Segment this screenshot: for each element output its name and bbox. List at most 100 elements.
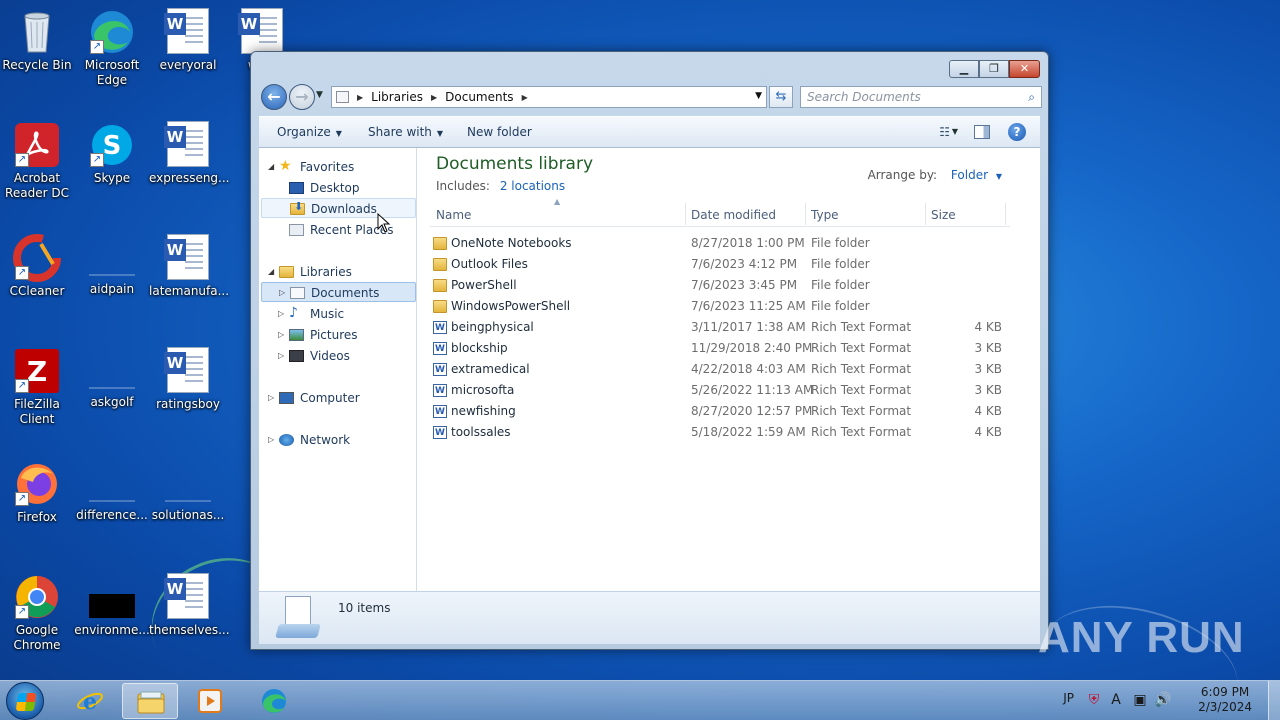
column-name[interactable]: Name bbox=[436, 208, 471, 222]
ime-icon[interactable]: A bbox=[1108, 692, 1124, 708]
desktop-icon-askgolf[interactable]: askgolf bbox=[73, 347, 151, 410]
organize-button[interactable]: Organize ▼ bbox=[277, 125, 342, 139]
desktop-icon-themselves[interactable]: W themselves... bbox=[149, 573, 230, 638]
desktop-icon-skype[interactable]: S ↗ Skype bbox=[73, 121, 151, 186]
taskbar-edge[interactable] bbox=[246, 683, 302, 719]
security-shield-icon[interactable]: ⛨ bbox=[1086, 692, 1102, 708]
nav-network[interactable]: ▷ Network bbox=[259, 430, 416, 450]
minimize-button[interactable]: ▁ bbox=[949, 60, 979, 78]
column-date-modified[interactable]: Date modified bbox=[691, 208, 776, 222]
nav-videos[interactable]: ▷ Videos bbox=[259, 346, 416, 366]
chevron-down-icon: ▼ bbox=[335, 129, 342, 138]
nav-recent-places[interactable]: Recent Places bbox=[259, 220, 416, 240]
network-tray-icon[interactable]: ▣ bbox=[1132, 692, 1148, 708]
navigation-pane[interactable]: ◢ ★ Favorites Desktop ⬇ Downloads Recent… bbox=[259, 148, 417, 591]
desktop-icon-difference[interactable]: difference... bbox=[73, 460, 151, 523]
nav-libraries[interactable]: ◢ Libraries bbox=[259, 262, 416, 282]
table-row[interactable]: toolssales 5/18/2022 1:59 AM Rich Text For… bbox=[430, 422, 1010, 443]
expand-triangle-icon[interactable]: ▷ bbox=[278, 325, 284, 345]
taskbar-internet-explorer[interactable]: e bbox=[62, 683, 118, 719]
address-bar[interactable]: ▶ Libraries ▶ Documents ▶ ▼ bbox=[331, 86, 767, 108]
collapse-triangle-icon[interactable]: ◢ bbox=[268, 262, 274, 282]
maximize-button[interactable]: ❐ bbox=[979, 60, 1009, 78]
table-row[interactable]: newfishing 8/27/2020 12:57 PMRich Text Fo… bbox=[430, 401, 1010, 422]
desktop-icon-latemanufa[interactable]: W latemanufa... bbox=[149, 234, 229, 299]
breadcrumb-arrow-icon[interactable]: ▶ bbox=[431, 93, 437, 102]
breadcrumb-arrow-icon[interactable]: ▶ bbox=[522, 93, 528, 102]
expand-triangle-icon[interactable]: ▷ bbox=[279, 283, 285, 303]
language-indicator[interactable]: JP bbox=[1063, 691, 1074, 705]
nav-documents[interactable]: ▷ Documents bbox=[261, 282, 416, 302]
nav-computer[interactable]: ▷ Computer bbox=[259, 388, 416, 408]
start-button[interactable] bbox=[6, 682, 44, 720]
nav-pictures[interactable]: ▷ Pictures bbox=[259, 325, 416, 345]
show-desktop-button[interactable] bbox=[1268, 681, 1280, 720]
breadcrumb-documents[interactable]: Documents bbox=[445, 90, 513, 104]
volume-icon[interactable]: 🔊 bbox=[1154, 692, 1171, 708]
search-icon[interactable]: ⌕ bbox=[1028, 87, 1035, 107]
table-row[interactable]: PowerShell 7/6/2023 3:45 PM File folder bbox=[430, 275, 1010, 296]
file-list-pane[interactable]: Documents library Includes: 2 locations … bbox=[418, 148, 1040, 591]
nav-downloads[interactable]: ⬇ Downloads bbox=[261, 198, 416, 218]
change-view-icon[interactable]: ☷ bbox=[939, 125, 950, 139]
desktop-icon-solutionas[interactable]: solutionas... bbox=[149, 460, 227, 523]
desktop-icon-edge[interactable]: ↗ Microsoft Edge bbox=[73, 8, 151, 88]
table-row[interactable]: microsofta 5/26/2022 11:13 AMRich Text Fo… bbox=[430, 380, 1010, 401]
desktop-icon-chrome[interactable]: ↗ Google Chrome bbox=[0, 573, 76, 653]
address-dropdown-icon[interactable]: ▼ bbox=[755, 91, 762, 101]
desktop-icon-expresseng[interactable]: W expresseng... bbox=[149, 121, 230, 186]
taskbar-media-player[interactable] bbox=[182, 683, 238, 719]
clock[interactable]: 6:09 PM 2/3/2024 bbox=[1198, 685, 1252, 715]
table-row[interactable]: Outlook Files 7/6/2023 4:12 PM File folder bbox=[430, 254, 1010, 275]
explorer-window[interactable]: ▁ ❐ ✕ ← → ▼ ▶ Libraries ▶ Documents ▶ ▼ … bbox=[250, 51, 1049, 650]
desktop-icon-everyoral[interactable]: W everyoral bbox=[149, 8, 227, 73]
share-with-button[interactable]: Share with ▼ bbox=[368, 125, 443, 139]
new-folder-button[interactable]: New folder bbox=[467, 125, 532, 139]
table-row[interactable]: OneNote Notebooks 8/27/2018 1:00 PM File f… bbox=[430, 233, 1010, 254]
locations-link[interactable]: 2 locations bbox=[500, 179, 565, 193]
desktop-icon-ccleaner[interactable]: ↗ CCleaner bbox=[0, 234, 76, 299]
table-row[interactable]: extramedical 4/22/2018 4:03 AM Rich Text F… bbox=[430, 359, 1010, 380]
table-row[interactable]: WindowsPowerShell 7/6/2023 11:25 AM File f… bbox=[430, 296, 1010, 317]
chevron-down-icon[interactable]: ▼ bbox=[996, 172, 1002, 181]
close-button[interactable]: ✕ bbox=[1009, 60, 1040, 78]
taskbar: e JP ⛨ A ▣ 🔊 6:09 PM 2/3/2024 bbox=[0, 680, 1280, 720]
table-row[interactable]: beingphysical 3/11/2017 1:38 AM Rich Text … bbox=[430, 317, 1010, 338]
recent-pages-dropdown-icon[interactable]: ▼ bbox=[316, 90, 323, 100]
column-divider[interactable] bbox=[925, 203, 926, 225]
desktop-icon-label: Acrobat Reader DC bbox=[5, 171, 69, 200]
nav-music[interactable]: ▷ ♪ Music bbox=[259, 304, 416, 324]
search-input[interactable]: Search Documents ⌕ bbox=[800, 86, 1042, 108]
collapse-triangle-icon[interactable]: ◢ bbox=[268, 157, 274, 177]
table-row[interactable]: blockship 11/29/2018 2:40 PMRich Text For… bbox=[430, 338, 1010, 359]
firefox-icon: ↗ bbox=[13, 460, 61, 508]
more-options-chevron-icon[interactable]: ▼ bbox=[952, 127, 958, 136]
breadcrumb-arrow-icon[interactable]: ▶ bbox=[357, 93, 363, 102]
help-icon[interactable]: ? bbox=[1008, 123, 1026, 141]
breadcrumb-libraries[interactable]: Libraries bbox=[371, 90, 423, 104]
desktop-icon-recycle-bin[interactable]: Recycle Bin bbox=[0, 8, 76, 73]
arrange-by-dropdown[interactable]: Folder bbox=[951, 168, 988, 182]
preview-pane-icon[interactable] bbox=[974, 125, 990, 139]
desktop-icon-firefox[interactable]: ↗ Firefox bbox=[0, 460, 76, 525]
desktop-icon-environme[interactable]: environme... bbox=[73, 573, 151, 638]
column-divider[interactable] bbox=[685, 203, 686, 225]
taskbar-windows-explorer[interactable] bbox=[122, 683, 178, 719]
expand-triangle-icon[interactable]: ▷ bbox=[278, 304, 284, 324]
desktop-icon-filezilla[interactable]: Z ↗ FileZilla Client bbox=[0, 347, 76, 427]
nav-favorites[interactable]: ◢ ★ Favorites bbox=[259, 157, 416, 177]
column-divider[interactable] bbox=[1005, 203, 1006, 225]
expand-triangle-icon[interactable]: ▷ bbox=[278, 346, 284, 366]
refresh-button[interactable]: ⇆ bbox=[769, 86, 793, 108]
column-type[interactable]: Type bbox=[811, 208, 839, 222]
column-divider[interactable] bbox=[805, 203, 806, 225]
expand-triangle-icon[interactable]: ▷ bbox=[268, 430, 274, 450]
column-size[interactable]: Size bbox=[931, 208, 956, 222]
expand-triangle-icon[interactable]: ▷ bbox=[268, 388, 274, 408]
nav-desktop[interactable]: Desktop bbox=[259, 178, 416, 198]
back-button[interactable]: ← bbox=[261, 84, 287, 110]
desktop-icon-acrobat[interactable]: ↗ Acrobat Reader DC bbox=[0, 121, 76, 201]
desktop-icon-aidpain[interactable]: aidpain bbox=[73, 234, 151, 297]
forward-button[interactable]: → bbox=[289, 84, 315, 110]
desktop-icon-ratingsboy[interactable]: W ratingsboy bbox=[149, 347, 227, 412]
